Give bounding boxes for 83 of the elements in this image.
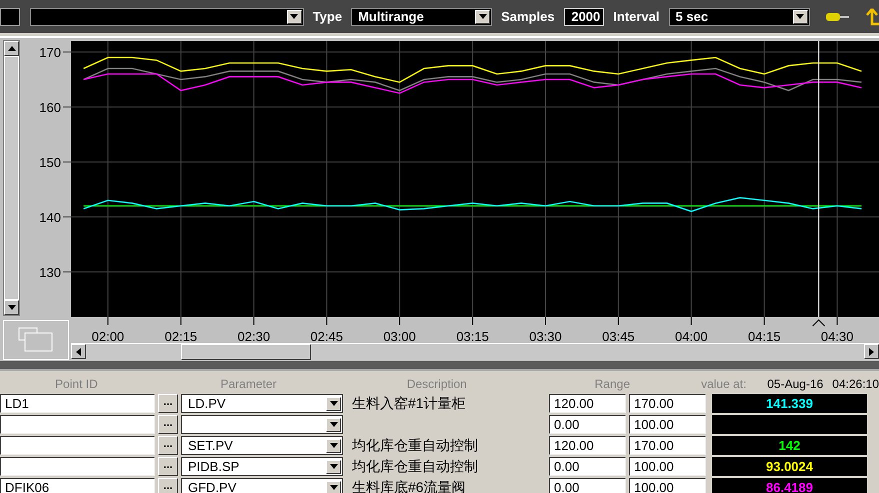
x-axis-label: 02:30 (238, 329, 270, 343)
parameter-dropdown[interactable]: LD.PV (181, 394, 343, 413)
value-date: 05-Aug-16 (767, 377, 824, 391)
value-text: 142 (778, 438, 800, 453)
dropdown[interactable] (30, 8, 304, 26)
y-axis-label: 160 (39, 100, 61, 115)
parameter-header: Parameter (220, 377, 278, 391)
point-id-field[interactable] (0, 457, 155, 476)
description-text: 生料入窑#1计量柜 (351, 394, 467, 412)
browse-button[interactable]: ... (158, 457, 178, 476)
range-low-field[interactable]: 120.00 (549, 394, 626, 413)
dropdown-arrow-icon[interactable] (330, 485, 338, 490)
description-text: 生料库底#6流量阀 (351, 478, 467, 493)
point-id-field[interactable] (0, 436, 155, 455)
dropdown-arrow-icon[interactable] (796, 14, 804, 19)
parameter-dropdown[interactable]: GFD.PV (181, 478, 343, 493)
point-id-field[interactable]: DFIK06 (0, 478, 155, 493)
range-low-field[interactable]: 0.00 (549, 415, 626, 434)
range-low-field[interactable]: 0.00 (549, 457, 626, 476)
cursor-caret-icon[interactable] (812, 319, 826, 326)
screwdriver-icon[interactable] (826, 10, 849, 22)
dropdown-arrow-icon[interactable] (290, 14, 298, 19)
y-axis-label: 150 (39, 155, 61, 170)
cursor-line[interactable] (818, 40, 820, 318)
parameter-dropdown[interactable] (181, 415, 343, 434)
x-axis-label: 03:45 (602, 329, 635, 343)
dropdown-arrow-icon[interactable] (330, 422, 338, 427)
value-at-label: value at: (700, 377, 748, 391)
range-high-field[interactable]: 100.00 (629, 478, 706, 493)
browse-button[interactable]: ... (158, 415, 178, 434)
scroll-up-button[interactable] (4, 41, 19, 56)
range-low-field[interactable]: 0.00 (549, 478, 626, 493)
range-high-field[interactable]: 170.00 (629, 436, 706, 455)
browse-button[interactable]: ... (158, 436, 178, 455)
y-axis-label: 140 (39, 210, 61, 225)
up-arrow-icon[interactable] (864, 6, 879, 26)
x-axis-label: 02:15 (164, 329, 198, 343)
type-dropdown[interactable]: Multirange (351, 8, 492, 26)
dropdown-arrow-icon[interactable] (478, 14, 487, 19)
value-text: 141.339 (766, 396, 813, 411)
scroll-down-button[interactable] (4, 300, 19, 315)
range-low-field[interactable]: 120.00 (549, 436, 626, 455)
interval-dropdown[interactable]: 5 sec (668, 8, 810, 26)
point-id-field[interactable] (0, 415, 155, 434)
parameter-dropdown[interactable]: PIDB.SP (181, 457, 343, 476)
range-header: Range (594, 377, 632, 391)
interval-label: Interval (612, 9, 661, 24)
x-axis-label: 03:00 (383, 329, 416, 343)
y-axis-label: 130 (39, 264, 61, 280)
value-text: 86.4189 (766, 480, 813, 493)
windows-icon (18, 327, 54, 353)
x-axis-label: 04:15 (748, 329, 781, 343)
samples-label: Samples (500, 9, 556, 24)
type-label: Type (312, 9, 344, 24)
scroll-left-button[interactable] (71, 344, 86, 359)
range-high-field[interactable]: 170.00 (629, 394, 706, 413)
horizontal-scrollbar[interactable] (71, 343, 879, 360)
vertical-scrollbar[interactable] (3, 40, 20, 316)
samples-field[interactable]: 2000 (564, 8, 604, 26)
point-id-field[interactable]: LD1 (0, 394, 155, 413)
x-axis-label: 04:30 (820, 329, 854, 343)
x-axis-label: 02:00 (92, 329, 124, 343)
x-axis-label: 03:15 (456, 329, 489, 343)
input-field[interactable] (0, 8, 20, 26)
x-axis-label: 02:45 (310, 329, 343, 343)
dropdown-arrow-icon[interactable] (330, 443, 338, 448)
x-axis-label: 04:00 (675, 329, 708, 343)
parameter-dropdown[interactable]: SET.PV (181, 436, 343, 455)
browse-button[interactable]: ... (158, 394, 178, 413)
range-high-field[interactable]: 100.00 (629, 457, 706, 476)
description-text: 均化库仓重自动控制 (351, 458, 479, 476)
value-text: 93.0024 (766, 459, 813, 474)
y-axis-label: 170 (39, 45, 61, 60)
value-time: 04:26:10 (832, 377, 879, 391)
browse-button[interactable]: ... (158, 478, 178, 493)
dropdown-arrow-icon[interactable] (330, 401, 338, 406)
point-id-header: Point ID (54, 377, 99, 391)
description-header: Description (406, 377, 468, 391)
x-axis-label: 03:30 (529, 329, 562, 343)
range-high-field[interactable]: 100.00 (629, 415, 706, 434)
dropdown-arrow-icon[interactable] (330, 464, 338, 469)
scroll-right-button[interactable] (864, 344, 879, 359)
description-text: 均化库仓重自动控制 (351, 436, 479, 454)
